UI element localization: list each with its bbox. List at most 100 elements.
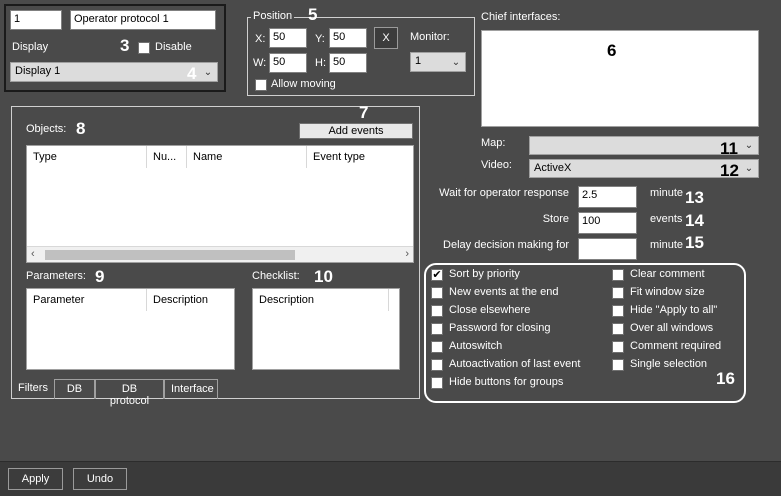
h-label: H: xyxy=(315,57,326,69)
option-label: Password for closing xyxy=(449,322,551,334)
option-label: Sort by priority xyxy=(449,268,520,280)
wait-label: Wait for operator response xyxy=(439,187,569,199)
monitor-select-value: 1 xyxy=(415,55,422,67)
option-checkbox[interactable] xyxy=(431,377,443,389)
column-header-name[interactable]: Name xyxy=(187,146,307,168)
add-events-button[interactable]: Add events xyxy=(299,123,413,139)
option-checkbox[interactable]: ✔ xyxy=(431,269,443,281)
option-label: Autoactivation of last event xyxy=(449,358,581,370)
allow-moving-label: Allow moving xyxy=(271,78,336,90)
callout-2: 2 xyxy=(197,12,207,31)
h-field[interactable]: 50 xyxy=(329,53,367,73)
display-label: Display xyxy=(12,41,49,53)
scrollbar-thumb[interactable] xyxy=(45,250,295,260)
callout-15: 15 xyxy=(685,233,704,252)
option-label: Over all windows xyxy=(630,322,714,334)
y-field[interactable]: 50 xyxy=(329,28,367,48)
column-header-description[interactable]: Description xyxy=(147,289,234,311)
column-header-type[interactable]: Type xyxy=(27,146,147,168)
callout-16: 16 xyxy=(716,369,735,388)
column-header-number[interactable]: Nu... xyxy=(147,146,187,168)
column-header-checklist-description[interactable]: Description xyxy=(253,289,389,311)
store-field[interactable]: 100 xyxy=(578,212,637,234)
option-checkbox[interactable] xyxy=(431,359,443,371)
option-checkbox[interactable] xyxy=(612,287,624,299)
video-label: Video: xyxy=(481,159,512,171)
delay-field[interactable] xyxy=(578,238,637,260)
option-checkbox[interactable] xyxy=(612,323,624,335)
option-checkbox[interactable] xyxy=(612,269,624,281)
horizontal-scrollbar[interactable]: ‹ › xyxy=(27,246,413,262)
callout-13: 13 xyxy=(685,188,704,207)
allow-moving-checkbox[interactable] xyxy=(255,79,267,91)
callout-3: 3 xyxy=(120,36,130,55)
option-checkbox[interactable] xyxy=(612,305,624,317)
option-checkbox[interactable] xyxy=(431,287,443,299)
callout-4: 4 xyxy=(187,64,197,83)
disable-checkbox[interactable] xyxy=(138,42,150,54)
objects-label: Objects: xyxy=(26,123,67,135)
option-label: Close elsewhere xyxy=(449,304,531,316)
map-label: Map: xyxy=(481,137,506,149)
chevron-down-icon: ⌄ xyxy=(744,140,754,151)
video-select-value: ActiveX xyxy=(534,162,572,174)
option-checkbox[interactable] xyxy=(431,323,443,335)
apply-button[interactable]: Apply xyxy=(8,468,63,490)
option-label: Hide "Apply to all" xyxy=(630,304,718,316)
delay-unit: minute xyxy=(650,239,684,251)
w-field[interactable]: 50 xyxy=(269,53,307,73)
option-checkbox[interactable] xyxy=(431,305,443,317)
option-label: Fit window size xyxy=(630,286,705,298)
objects-table[interactable]: Type Nu... Name Event type ‹ › xyxy=(26,145,414,263)
x-field[interactable]: 50 xyxy=(269,28,307,48)
monitor-select[interactable]: 1 ⌄ xyxy=(410,52,466,72)
wait-field[interactable]: 2.5 xyxy=(578,186,637,208)
disable-label: Disable xyxy=(155,41,192,53)
callout-10: 10 xyxy=(314,267,333,286)
callout-8: 8 xyxy=(76,119,86,138)
w-label: W: xyxy=(253,57,267,69)
callout-6: 6 xyxy=(607,41,617,60)
chevron-down-icon: ⌄ xyxy=(203,66,213,78)
tab-filters[interactable]: Filters xyxy=(12,379,54,399)
tab-interface[interactable]: Interface xyxy=(164,379,218,399)
wait-unit: minute xyxy=(650,187,684,199)
option-checkbox[interactable] xyxy=(612,341,624,353)
monitor-label: Monitor: xyxy=(410,31,450,43)
parameters-table[interactable]: Parameter Description xyxy=(26,288,235,370)
callout-14: 14 xyxy=(685,211,704,230)
checklist-label: Checklist: xyxy=(252,270,300,282)
position-title: Position xyxy=(251,10,295,22)
x-label: X: xyxy=(255,33,266,45)
option-label: Comment required xyxy=(630,340,722,352)
option-label: New events at the end xyxy=(449,286,559,298)
parameters-label: Parameters: xyxy=(26,270,86,282)
option-label: Autoswitch xyxy=(449,340,503,352)
undo-button[interactable]: Undo xyxy=(73,468,127,490)
store-label: Store xyxy=(542,213,569,225)
checklist-table[interactable]: Description xyxy=(252,288,400,370)
callout-7: 7 xyxy=(359,103,369,122)
scroll-right-icon[interactable]: › xyxy=(405,248,409,260)
chevron-down-icon: ⌄ xyxy=(744,163,754,174)
y-label: Y: xyxy=(315,33,325,45)
column-header-parameter[interactable]: Parameter xyxy=(27,289,147,311)
tab-db-protocol[interactable]: DB protocol xyxy=(95,379,164,407)
callout-9: 9 xyxy=(95,267,105,286)
option-label: Clear comment xyxy=(630,268,705,280)
option-checkbox[interactable] xyxy=(431,341,443,353)
store-unit: events xyxy=(650,213,683,225)
chevron-down-icon: ⌄ xyxy=(451,56,461,68)
tab-db[interactable]: DB xyxy=(54,379,95,399)
option-label: Hide buttons for groups xyxy=(449,376,564,388)
option-checkbox[interactable] xyxy=(612,359,624,371)
column-header-event-type[interactable]: Event type xyxy=(307,146,413,168)
reset-position-button[interactable]: X xyxy=(374,27,398,49)
display-name-field[interactable]: Operator protocol 1 xyxy=(70,10,216,30)
callout-11: 11 xyxy=(720,139,738,158)
scroll-left-icon[interactable]: ‹ xyxy=(31,248,35,260)
callout-1: 1 xyxy=(47,10,57,29)
display-select-value: Display 1 xyxy=(15,65,61,77)
chief-interfaces-list[interactable] xyxy=(481,30,759,127)
option-label: Single selection xyxy=(630,358,708,370)
